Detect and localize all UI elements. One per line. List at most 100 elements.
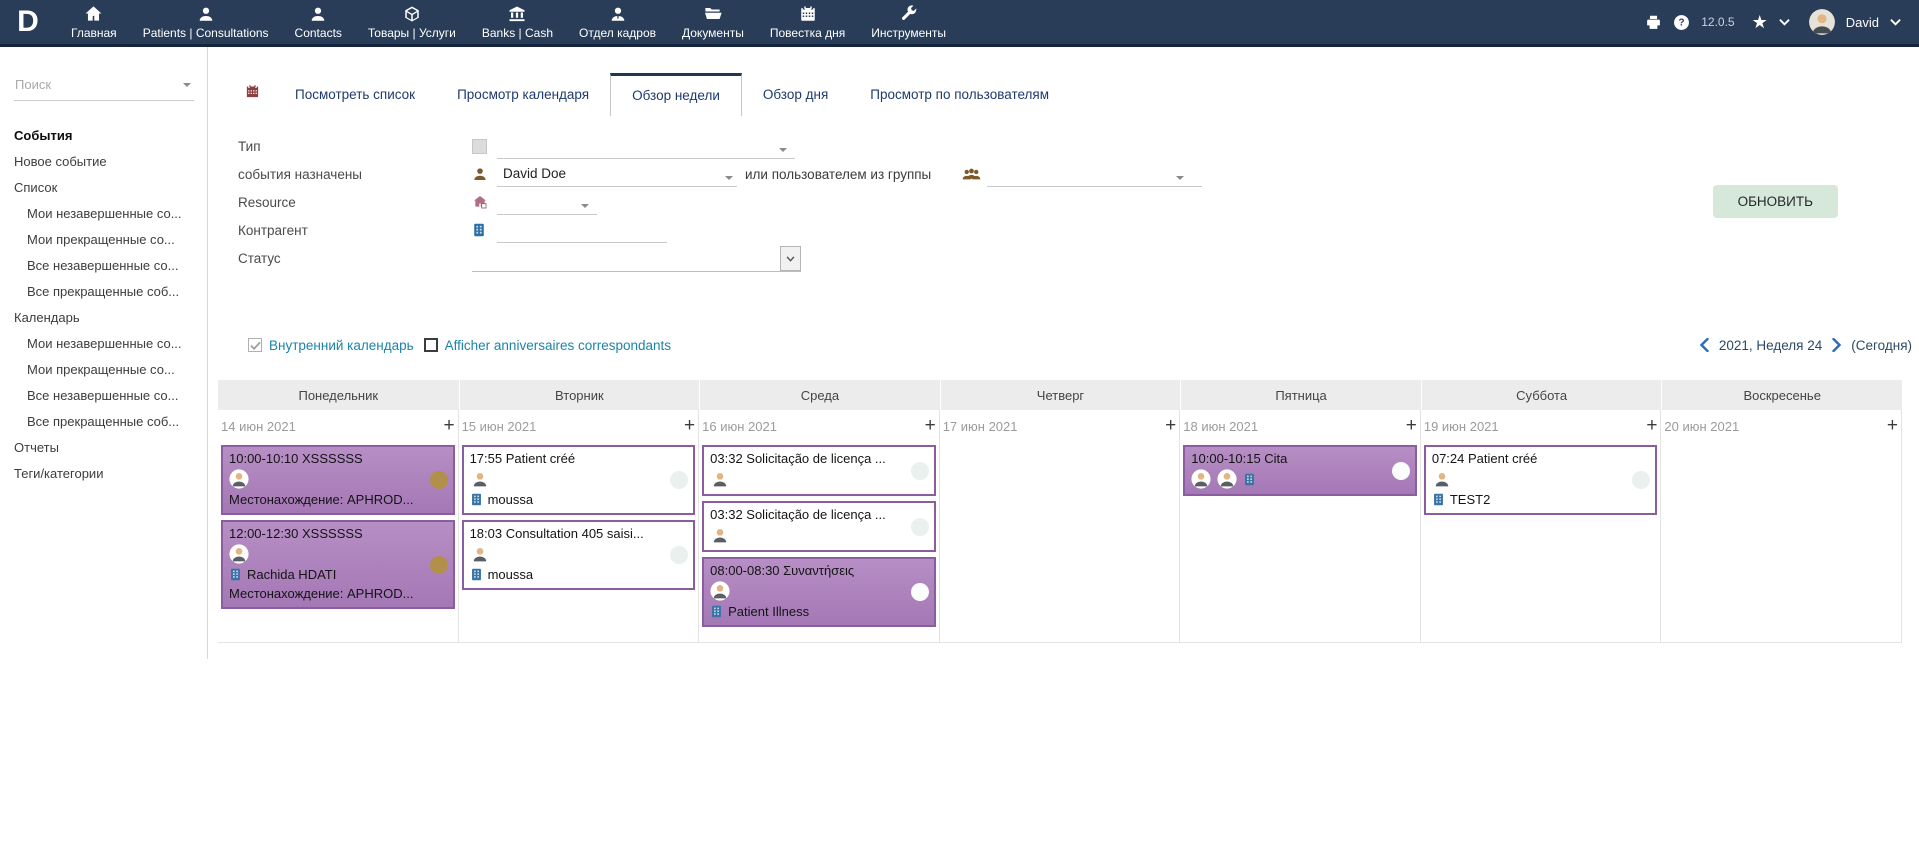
day-header: Среда [699, 380, 940, 410]
calendar-event[interactable]: 10:00-10:10 XSSSSSSМестонахождение: APHR… [221, 445, 455, 515]
event-company-row: Rachida HDATI [229, 565, 447, 584]
sidebar-item-мои-незавершенные-со[interactable]: Мои незавершенные со... [0, 201, 207, 227]
thirdparty-input[interactable] [497, 218, 667, 243]
add-event-button[interactable]: + [1406, 419, 1417, 433]
sidebar-item-отчеты[interactable]: Отчеты [0, 435, 207, 461]
topmenu-item-label: Повестка дня [770, 26, 845, 40]
topmenu-item-документы[interactable]: Документы [669, 0, 757, 44]
group-label: или пользователем из группы [745, 167, 956, 182]
sidebar-item-все-прекращенные-соб[interactable]: Все прекращенные соб... [0, 279, 207, 305]
sidebar-item-новое-событие[interactable]: Новое событие [0, 149, 207, 175]
add-event-button[interactable]: + [1887, 419, 1898, 433]
internal-calendar-toggle[interactable]: Внутренний календарь [248, 338, 414, 353]
chevron-down-icon [779, 148, 787, 156]
avatar-icon [1217, 469, 1237, 489]
help-icon[interactable]: ? [1673, 14, 1690, 31]
sidebar-item-все-прекращенные-соб[interactable]: Все прекращенные соб... [0, 409, 207, 435]
avatar-icon [1432, 469, 1452, 489]
today-link[interactable]: (Сегодня) [1851, 338, 1912, 353]
calendar-event[interactable]: 03:32 Solicitação de licença ... [702, 501, 936, 552]
bookmarks-chevron-down-icon[interactable] [1779, 18, 1790, 26]
resource-dropdown[interactable] [497, 190, 597, 215]
topmenu-item-label: Документы [682, 26, 744, 40]
calendar-options-bar: Внутренний календарь Afficher anniversai… [248, 335, 1902, 355]
sidebar-search-input[interactable]: Поиск [14, 77, 194, 101]
assigned-user-dropdown[interactable]: David Doe [497, 162, 737, 187]
calendar-event[interactable]: 17:55 Patient créémoussa [462, 445, 696, 515]
calendar-event[interactable]: 18:03 Consultation 405 saisi...moussa [462, 520, 696, 590]
sidebar-item-все-незавершенные-со[interactable]: Все незавершенные со... [0, 383, 207, 409]
event-avatar-row [710, 524, 928, 546]
tab-обзор-дня[interactable]: Обзор дня [742, 73, 849, 116]
internal-calendar-checkbox[interactable] [248, 338, 262, 352]
previous-week-chevron-icon[interactable] [1700, 338, 1709, 352]
tab-обзор-недели[interactable]: Обзор недели [610, 73, 742, 116]
anniversaries-label[interactable]: Afficher anniversaires correspondants [445, 338, 671, 353]
day-date-cell: 14 июн 2021+ [218, 410, 459, 442]
event-title: 03:32 Solicitação de licença ... [710, 449, 928, 468]
company-icon [229, 568, 242, 581]
sidebar-item-теги-категории[interactable]: Теги/категории [0, 461, 207, 487]
internal-calendar-label[interactable]: Внутренний календарь [269, 338, 414, 353]
sidebar-item-мои-прекращенные-со[interactable]: Мои прекращенные со... [0, 357, 207, 383]
day-events-cell [1661, 442, 1902, 642]
print-icon[interactable] [1645, 14, 1662, 31]
bookmarks-star-icon[interactable]: ★ [1752, 13, 1768, 31]
add-event-button[interactable]: + [1646, 419, 1657, 433]
sidebar-search-placeholder: Поиск [15, 77, 51, 92]
sidebar-item-все-незавершенные-со[interactable]: Все незавершенные со... [0, 253, 207, 279]
next-week-chevron-icon[interactable] [1832, 338, 1841, 352]
type-dropdown[interactable] [497, 134, 795, 159]
user-avatar[interactable] [1809, 9, 1835, 35]
sidebar-item-мои-незавершенные-со[interactable]: Мои незавершенные со... [0, 331, 207, 357]
topmenu-item-contacts[interactable]: Contacts [282, 0, 355, 44]
anniversaries-toggle[interactable]: Afficher anniversaires correspondants [424, 338, 671, 353]
event-company-row: moussa [470, 490, 688, 509]
company-icon [1243, 473, 1256, 486]
calendar-event[interactable]: 10:00-10:15 Cita [1183, 445, 1417, 496]
day-date-cell: 20 июн 2021+ [1661, 410, 1902, 442]
agenda-calendar-icon[interactable] [231, 84, 274, 116]
add-event-button[interactable]: + [684, 419, 695, 433]
topmenu-item-patients-consultations[interactable]: Patients | Consultations [130, 0, 282, 44]
topmenu-item-отдел-кадров[interactable]: Отдел кадров [566, 0, 669, 44]
event-avatar-row [470, 543, 688, 565]
calendar-event[interactable]: 08:00-08:30 ΣυναντήσειςPatient Illness [702, 557, 936, 627]
left-sidebar: Поиск СобытияНовое событиеСписокМои неза… [0, 47, 208, 659]
anniversaries-checkbox[interactable] [424, 338, 438, 352]
user-menu[interactable]: David [1846, 15, 1879, 30]
avatar-icon [710, 469, 730, 489]
tab-просмотр-календаря[interactable]: Просмотр календаря [436, 73, 610, 116]
topmenu-item-главная[interactable]: Главная [58, 0, 130, 44]
topmenu-item-повестка-дня[interactable]: Повестка дня [757, 0, 858, 44]
topmenu-item-товары-услуги[interactable]: Товары | Услуги [355, 0, 469, 44]
update-button[interactable]: ОБНОВИТЬ [1713, 185, 1838, 218]
status-dot [911, 518, 929, 536]
status-select[interactable] [472, 244, 801, 272]
tab-посмотреть-список[interactable]: Посмотреть список [274, 73, 436, 116]
user-chevron-down-icon[interactable] [1890, 18, 1901, 26]
chevron-down-icon [1176, 176, 1184, 184]
topmenu-item-label: Главная [71, 26, 117, 40]
group-dropdown[interactable] [987, 162, 1202, 187]
tab-просмотр-по-пользователям[interactable]: Просмотр по пользователям [849, 73, 1070, 116]
topmenu-item-banks-cash[interactable]: Banks | Cash [469, 0, 566, 44]
event-title: 03:32 Solicitação de licença ... [710, 505, 928, 524]
sidebar-item-календарь[interactable]: Календарь [0, 305, 207, 331]
sidebar-item-мои-прекращенные-со[interactable]: Мои прекращенные со... [0, 227, 207, 253]
bank-icon [508, 4, 526, 23]
type-checkbox[interactable] [472, 139, 487, 154]
calendar-event[interactable]: 07:24 Patient crééTEST2 [1424, 445, 1658, 515]
status-dot [911, 583, 929, 601]
filter-row-type: Тип [238, 132, 1919, 160]
calendar-event[interactable]: 03:32 Solicitação de licença ... [702, 445, 936, 496]
topmenu-item-инструменты[interactable]: Инструменты [858, 0, 959, 44]
week-calendar: ПонедельникВторникСредаЧетвергПятницаСуб… [218, 380, 1902, 643]
day-date-cell: 17 июн 2021+ [940, 410, 1181, 442]
add-event-button[interactable]: + [925, 419, 936, 433]
sidebar-item-список[interactable]: Список [0, 175, 207, 201]
add-event-button[interactable]: + [1165, 419, 1176, 433]
calendar-event[interactable]: 12:00-12:30 XSSSSSSRachida HDATIМестонах… [221, 520, 455, 609]
app-logo[interactable]: D [8, 0, 48, 44]
add-event-button[interactable]: + [443, 419, 454, 433]
